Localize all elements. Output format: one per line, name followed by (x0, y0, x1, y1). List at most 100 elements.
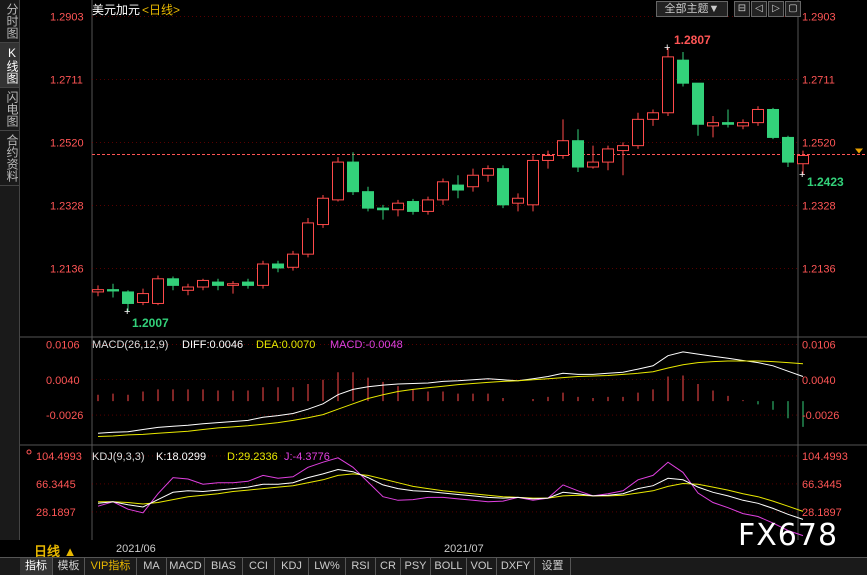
candle-body (632, 118, 644, 147)
candle-body (557, 140, 569, 157)
candle-body (497, 168, 509, 206)
price-tick-left: 1.2520 (50, 137, 84, 149)
price-tick-right: 1.2903 (802, 11, 836, 23)
price-tick-left: 1.2136 (50, 264, 84, 276)
indicator-tab-11[interactable]: PSY (401, 558, 431, 575)
indicator-tab-13[interactable]: VOL (467, 558, 497, 575)
candle-body (107, 289, 119, 292)
indicator-tab-15[interactable]: 设置 (535, 558, 571, 575)
low-marker-cross: + (124, 306, 130, 318)
candle-body (242, 281, 254, 286)
last-low-marker-cross: + (799, 169, 805, 181)
kdj-settings-icon[interactable] (26, 449, 32, 455)
tab-time-chart[interactable]: 分时图 (0, 0, 19, 43)
tab-kline-chart[interactable]: K线图 (0, 43, 19, 88)
price-tick-left: 1.2711 (50, 75, 83, 87)
indicator-tab-0[interactable]: 指标 (20, 558, 53, 575)
candle-body (767, 108, 779, 138)
candle-body (587, 161, 599, 168)
next-icon[interactable]: ▷ (768, 1, 784, 17)
theme-selector[interactable]: 全部主题▼ (656, 1, 728, 17)
candle-body (317, 197, 329, 226)
price-tick-right: 1.2711 (802, 75, 835, 87)
candle-body (287, 253, 299, 268)
chart-labels: 1.2903 1.2903 1.2711 1.2711 1.2520 1.2520 1.23… (36, 11, 863, 519)
kdj-d-value: D:29.2336 (227, 451, 278, 463)
kdj-j-value: J:-4.3776 (284, 451, 330, 463)
candle-body (347, 161, 359, 193)
macd-diff-line (97, 351, 804, 434)
price-tick-left: 1.2328 (50, 200, 84, 212)
indicator-tab-5[interactable]: BIAS (205, 558, 243, 575)
candle-body (302, 222, 314, 255)
kdj-panel (97, 457, 804, 537)
indicator-tab-3[interactable]: MA (137, 558, 167, 575)
indicator-tab-1[interactable]: 模板 (53, 558, 85, 575)
last-price-marker (855, 148, 863, 154)
candle-body (737, 122, 749, 127)
symbol-title: 美元加元 (92, 3, 140, 17)
candle-body (782, 136, 794, 163)
indicator-tab-2[interactable]: VIP指标 (85, 558, 137, 575)
kdj-tick-left: 104.4993 (36, 451, 82, 463)
macd-tick-right: 0.0106 (802, 339, 836, 351)
candle-body (482, 168, 494, 176)
candle-body (797, 155, 809, 165)
prev-icon[interactable]: ◁ (751, 1, 767, 17)
candle-body (422, 199, 434, 212)
chart-gridlines (92, 16, 867, 513)
indicator-tab-12[interactable]: BOLL (431, 558, 467, 575)
macd-tick-left: -0.0026 (46, 410, 83, 422)
candle-body (272, 263, 284, 269)
indicator-tab-7[interactable]: KDJ (275, 558, 309, 575)
macd-tick-left: 0.0040 (46, 375, 80, 387)
indicator-tab-10[interactable]: CR (376, 558, 401, 575)
chart-frame (20, 0, 867, 540)
candle-body (137, 293, 149, 303)
indicator-tab-4[interactable]: MACD (167, 558, 205, 575)
indicator-tab-6[interactable]: CCI (243, 558, 275, 575)
candle-body (452, 184, 464, 191)
indicator-tab-bar: 指标 模板 VIP指标 MA MACD BIAS CCI KDJ LW% RSI CR PSY BOLL… (0, 557, 867, 575)
high-marker-cross: + (664, 42, 670, 54)
candle-body (257, 263, 269, 286)
candle-body (212, 281, 224, 286)
left-tab-strip: 分时图 K线图 闪电图 合约资料 (0, 0, 20, 540)
macd-panel (97, 351, 804, 437)
kdj-title: KDJ(9,3,3) (92, 451, 145, 463)
tab-contract-info[interactable]: 合约资料 (0, 131, 19, 186)
kdj-tick-right: 104.4993 (802, 451, 848, 463)
x-axis-date-label: 2021/07 (444, 543, 484, 555)
high-price-label: 1.2807 (674, 33, 711, 47)
macd-dea-line (97, 360, 804, 437)
maximize-icon[interactable]: ▢ (785, 1, 801, 17)
macd-title: MACD(26,12,9) (92, 339, 168, 351)
indicator-tab-8[interactable]: LW% (309, 558, 346, 575)
candle-body (227, 283, 239, 286)
candle-body (722, 122, 734, 125)
candle-series (92, 48, 809, 312)
kdj-k-value: K:18.0299 (156, 451, 206, 463)
price-tick-right: 1.2328 (802, 200, 836, 212)
candle-body (152, 278, 164, 304)
candle-body (602, 148, 614, 163)
tab-tick-chart[interactable]: 闪电图 (0, 88, 19, 131)
candle-body (617, 145, 629, 152)
candle-body (122, 291, 134, 304)
candle-body (197, 279, 209, 288)
minimize-icon[interactable]: ⊟ (734, 1, 750, 17)
indicator-tab-9[interactable]: RSI (346, 558, 376, 575)
kdj-k-line (97, 468, 804, 520)
low-price-label: 1.2007 (132, 316, 169, 330)
macd-dea-value: DEA:0.0070 (256, 339, 315, 351)
candle-body (692, 82, 704, 125)
candlestick-chart[interactable]: 1.2903 1.2903 1.2711 1.2711 1.2520 1.2520 1.23… (20, 0, 867, 540)
candle-body (707, 122, 719, 127)
candle-body (377, 207, 389, 211)
price-tick-left: 1.2903 (50, 11, 84, 23)
kdj-tick-right: 66.3445 (802, 479, 842, 491)
candle-body (362, 191, 374, 209)
kdj-j-line (97, 457, 804, 537)
candle-body (677, 59, 689, 84)
indicator-tab-14[interactable]: DXFY (497, 558, 535, 575)
